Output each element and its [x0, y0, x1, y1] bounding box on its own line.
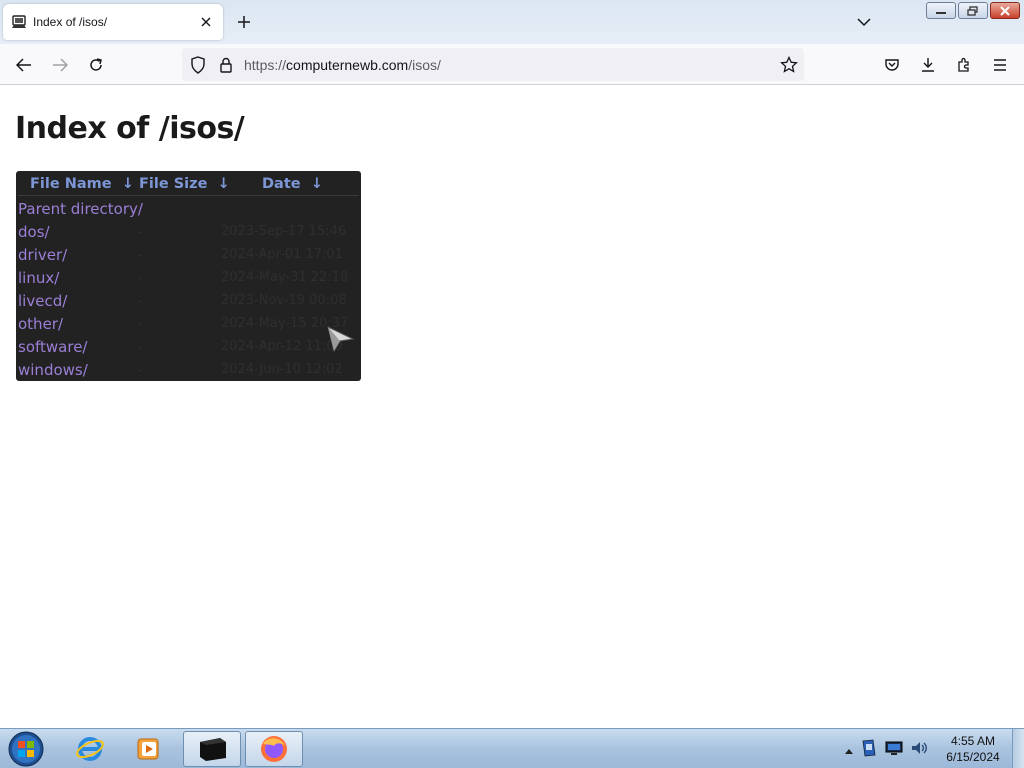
clock-date: 6/15/2024	[946, 750, 1000, 764]
virtual-machine-icon[interactable]	[183, 731, 241, 767]
file-size: -	[138, 340, 143, 354]
directory-link-dos[interactable]: dos/	[18, 223, 50, 241]
table-row: dos/ - 2023-Sep-17 15:46	[18, 222, 359, 244]
directory-link-linux[interactable]: linux/	[18, 269, 59, 287]
close-icon[interactable]	[197, 13, 215, 31]
volume-icon[interactable]	[910, 740, 928, 761]
show-hidden-icons-icon[interactable]	[844, 742, 854, 760]
firefox-icon[interactable]	[245, 731, 303, 767]
file-size: -	[138, 294, 143, 308]
tab-title: Index of /isos/	[33, 15, 108, 29]
mouse-cursor-icon	[327, 326, 355, 357]
action-center-icon[interactable]	[860, 739, 878, 762]
url-bar[interactable]: https://computernewb.com/isos/	[182, 48, 804, 81]
file-size: -	[138, 248, 143, 262]
table-row: software/ - 2024-Apr-12 11:09	[18, 337, 359, 359]
system-tray	[844, 739, 928, 762]
page-content: Index of /isos/ File Name ↓ File Size ↓ …	[0, 85, 1024, 728]
table-row: other/ - 2024-May-15 20:37	[18, 314, 359, 336]
window-controls	[926, 2, 1020, 19]
reload-icon[interactable]	[83, 52, 109, 78]
url-scheme: https://	[244, 57, 287, 73]
directory-link-driver[interactable]: driver/	[18, 246, 67, 264]
url-host: computernewb.com	[286, 57, 409, 73]
chevron-down-icon[interactable]	[852, 10, 876, 34]
column-header-file-name[interactable]: File Name ↓	[30, 176, 134, 196]
title-bar: Index of /isos/	[0, 0, 1024, 44]
shield-icon[interactable]	[188, 55, 208, 75]
file-size: -	[138, 225, 143, 239]
header-divider	[18, 195, 359, 196]
page-title: Index of /isos/	[15, 111, 245, 146]
download-icon[interactable]	[915, 52, 941, 78]
table-row: linux/ - 2024-May-31 22:18	[18, 268, 359, 290]
table-row: driver/ - 2024-Apr-01 17:01	[18, 245, 359, 267]
column-header-date[interactable]: Date ↓	[262, 176, 323, 196]
file-listing-table: File Name ↓ File Size ↓ Date ↓ Parent di…	[16, 171, 361, 381]
file-size: -	[138, 363, 143, 377]
directory-link-other[interactable]: other/	[18, 315, 63, 333]
table-row: windows/ - 2024-Jun-10 12:02	[18, 360, 359, 381]
clock-time: 4:55 AM	[950, 734, 996, 748]
back-icon[interactable]	[11, 52, 37, 78]
url-path: /isos/	[408, 57, 441, 73]
file-size: -	[138, 317, 143, 331]
lock-icon[interactable]	[216, 55, 236, 75]
table-row: livecd/ - 2023-Nov-19 00:08	[18, 291, 359, 313]
window-close-button[interactable]	[990, 2, 1020, 19]
taskbar: 4:55 AM 6/15/2024	[0, 728, 1024, 768]
directory-link-livecd[interactable]: livecd/	[18, 292, 67, 310]
file-date: 2024-Jun-10 12:02	[221, 362, 343, 377]
file-date: 2024-Apr-01 17:01	[221, 247, 343, 262]
system-clock[interactable]: 4:55 AM 6/15/2024	[940, 733, 1006, 765]
column-header-file-size[interactable]: File Size ↓	[139, 176, 230, 196]
navigation-bar: https://computernewb.com/isos/	[0, 44, 1024, 85]
url-text[interactable]: https://computernewb.com/isos/	[244, 57, 441, 73]
directory-link-software[interactable]: software/	[18, 338, 87, 356]
media-player-icon[interactable]	[120, 731, 178, 767]
pocket-icon[interactable]	[879, 52, 905, 78]
minimize-button[interactable]	[926, 2, 956, 19]
start-button[interactable]	[6, 731, 46, 767]
file-date: 2024-May-31 22:18	[221, 270, 349, 285]
parent-directory-link[interactable]: Parent directory/	[18, 200, 143, 218]
internet-explorer-icon[interactable]	[61, 731, 119, 767]
file-date: 2024-Apr-12 11:09	[221, 339, 343, 354]
menu-icon[interactable]	[987, 52, 1013, 78]
table-row: Parent directory/	[18, 199, 359, 221]
browser-tab[interactable]: Index of /isos/	[3, 4, 223, 40]
file-size: -	[138, 271, 143, 285]
network-icon[interactable]	[884, 740, 904, 761]
forward-icon[interactable]	[47, 52, 73, 78]
extensions-icon[interactable]	[951, 52, 977, 78]
show-desktop-button[interactable]	[1012, 729, 1024, 768]
bookmark-star-icon[interactable]	[779, 55, 799, 75]
directory-link-windows[interactable]: windows/	[18, 361, 88, 379]
site-favicon-icon	[11, 14, 27, 30]
restore-button[interactable]	[958, 2, 988, 19]
file-date: 2023-Nov-19 00:08	[221, 293, 347, 308]
plus-icon[interactable]	[232, 10, 256, 34]
file-date: 2023-Sep-17 15:46	[221, 224, 347, 239]
